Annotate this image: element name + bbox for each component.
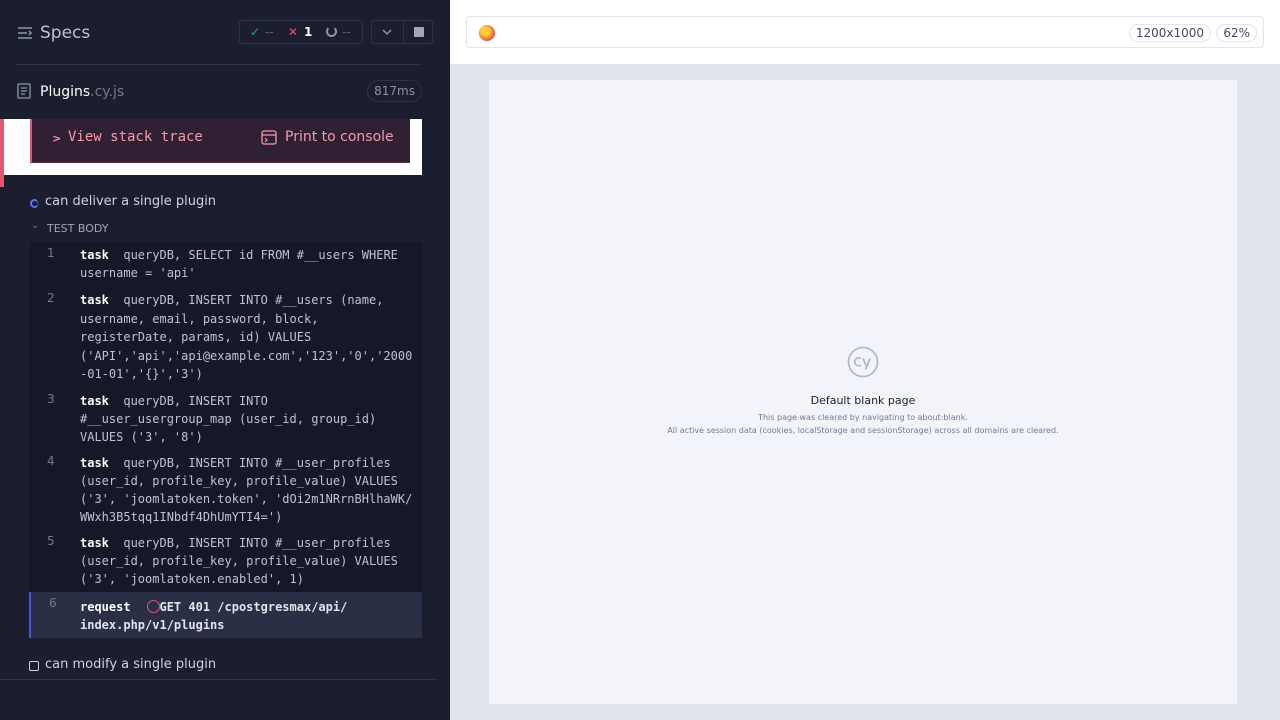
command-number: 5 [47,534,55,548]
stop-button[interactable] [403,20,433,44]
command-message: queryDB, INSERT INTO #__user_usergroup_m… [80,394,377,444]
test-body-label[interactable]: TEST BODY [47,222,108,235]
command-message: queryDB, INSERT INTO #__user_profiles (u… [80,536,398,586]
spec-duration-badge: 817ms [367,80,422,102]
firefox-icon[interactable] [479,25,495,41]
command-row-failed-request[interactable]: 6 request GET 401 /cpostgresmax/api/ ind… [29,592,422,638]
running-spinner-icon [30,199,39,208]
blank-page-title: Default blank page [810,394,916,407]
print-to-console-button[interactable]: Print to console [285,129,394,145]
reporter-panel: Specs ✓ -- ✕ 1 -- Plugins.cy.js 817ms > … [0,0,438,720]
command-name: task [80,293,109,307]
passed-check-icon: ✓ [250,25,261,39]
zoom-badge[interactable]: 62% [1216,24,1257,42]
failed-count: 1 [304,25,313,39]
command-number: 2 [47,291,55,305]
failed-x-icon: ✕ [288,25,299,39]
pending-count: -- [342,25,351,39]
spec-name: Plugins [40,84,91,100]
test-stats: ✓ -- ✕ 1 -- [239,20,363,44]
specs-menu-icon[interactable] [17,25,33,41]
command-text: request GET 401 /cpostgresmax/api/ index… [80,598,418,634]
test-title[interactable]: can deliver a single plugin [45,194,216,209]
command-row[interactable]: 3 task queryDB, INSERT INTO #__user_user… [29,392,422,450]
command-message: queryDB, INSERT INTO #__users (name, use… [80,293,413,381]
file-icon [17,83,31,99]
command-name: request [80,600,131,614]
command-text: task queryDB, INSERT INTO #__user_profil… [80,534,418,588]
spec-file-name[interactable]: Plugins.cy.js [40,84,124,100]
chevron-down-icon: ⌄ [31,220,40,231]
passed-count: -- [265,25,274,39]
command-number: 3 [47,392,55,406]
command-text: task queryDB, SELECT id FROM #__users WH… [80,246,418,282]
command-number: 4 [47,454,55,468]
command-name: task [80,394,109,408]
aut-iframe[interactable]: Default blank page This page was cleared… [489,80,1237,704]
specs-title[interactable]: Specs [40,23,90,43]
command-number: 1 [47,246,55,260]
command-row[interactable]: 2 task queryDB, INSERT INTO #__users (na… [29,291,422,387]
pending-spinner-icon [326,26,337,37]
command-row[interactable]: 4 task queryDB, INSERT INTO #__user_prof… [29,454,422,530]
command-text: task queryDB, INSERT INTO #__user_usergr… [80,392,418,446]
test-status-icon [29,661,39,671]
command-message: queryDB, SELECT id FROM #__users WHERE u… [80,248,398,280]
spec-extension: .cy.js [90,84,125,100]
chevron-down-icon [382,29,392,36]
command-name: task [80,456,109,470]
command-name: task [80,248,109,262]
error-panel: > View stack trace Print to console [0,119,422,187]
spec-header: Plugins.cy.js 817ms [0,65,438,119]
options-dropdown-button[interactable] [371,20,404,44]
blank-page-session-note: All active session data (cookies, localS… [667,426,1059,435]
command-name: task [80,536,109,550]
reporter-header: Specs ✓ -- ✕ 1 -- [0,0,438,64]
command-log: 1 task queryDB, SELECT id FROM #__users … [29,242,422,638]
aut-url-bar: 1200x1000 62% [466,16,1264,48]
chevron-right-icon: > [52,132,62,145]
viewport-size-badge[interactable]: 1200x1000 [1128,24,1211,42]
stop-icon [414,27,424,37]
blank-page-message: This page was cleared by navigating to a… [758,413,968,422]
command-text: task queryDB, INSERT INTO #__user_profil… [80,454,418,526]
failed-test-indicator [0,175,4,187]
error-actions: > View stack trace Print to console [30,119,410,163]
next-test-title[interactable]: can modify a single plugin [45,657,216,672]
command-row[interactable]: 1 task queryDB, SELECT id FROM #__users … [29,246,422,286]
aut-panel: 1200x1000 62% Default blank page This pa… [438,0,1280,720]
command-text: task queryDB, INSERT INTO #__users (name… [80,291,418,384]
cypress-logo-icon [847,346,879,378]
command-row[interactable]: 5 task queryDB, INSERT INTO #__user_prof… [29,534,422,588]
footer-divider [0,679,438,680]
panel-resize-handle[interactable] [438,0,450,720]
aut-stage: Default blank page This page was cleared… [450,64,1280,720]
view-stack-trace-button[interactable]: View stack trace [68,129,203,145]
console-icon [261,130,277,145]
command-message: queryDB, INSERT INTO #__user_profiles (u… [80,456,413,524]
command-number: 6 [49,596,57,610]
